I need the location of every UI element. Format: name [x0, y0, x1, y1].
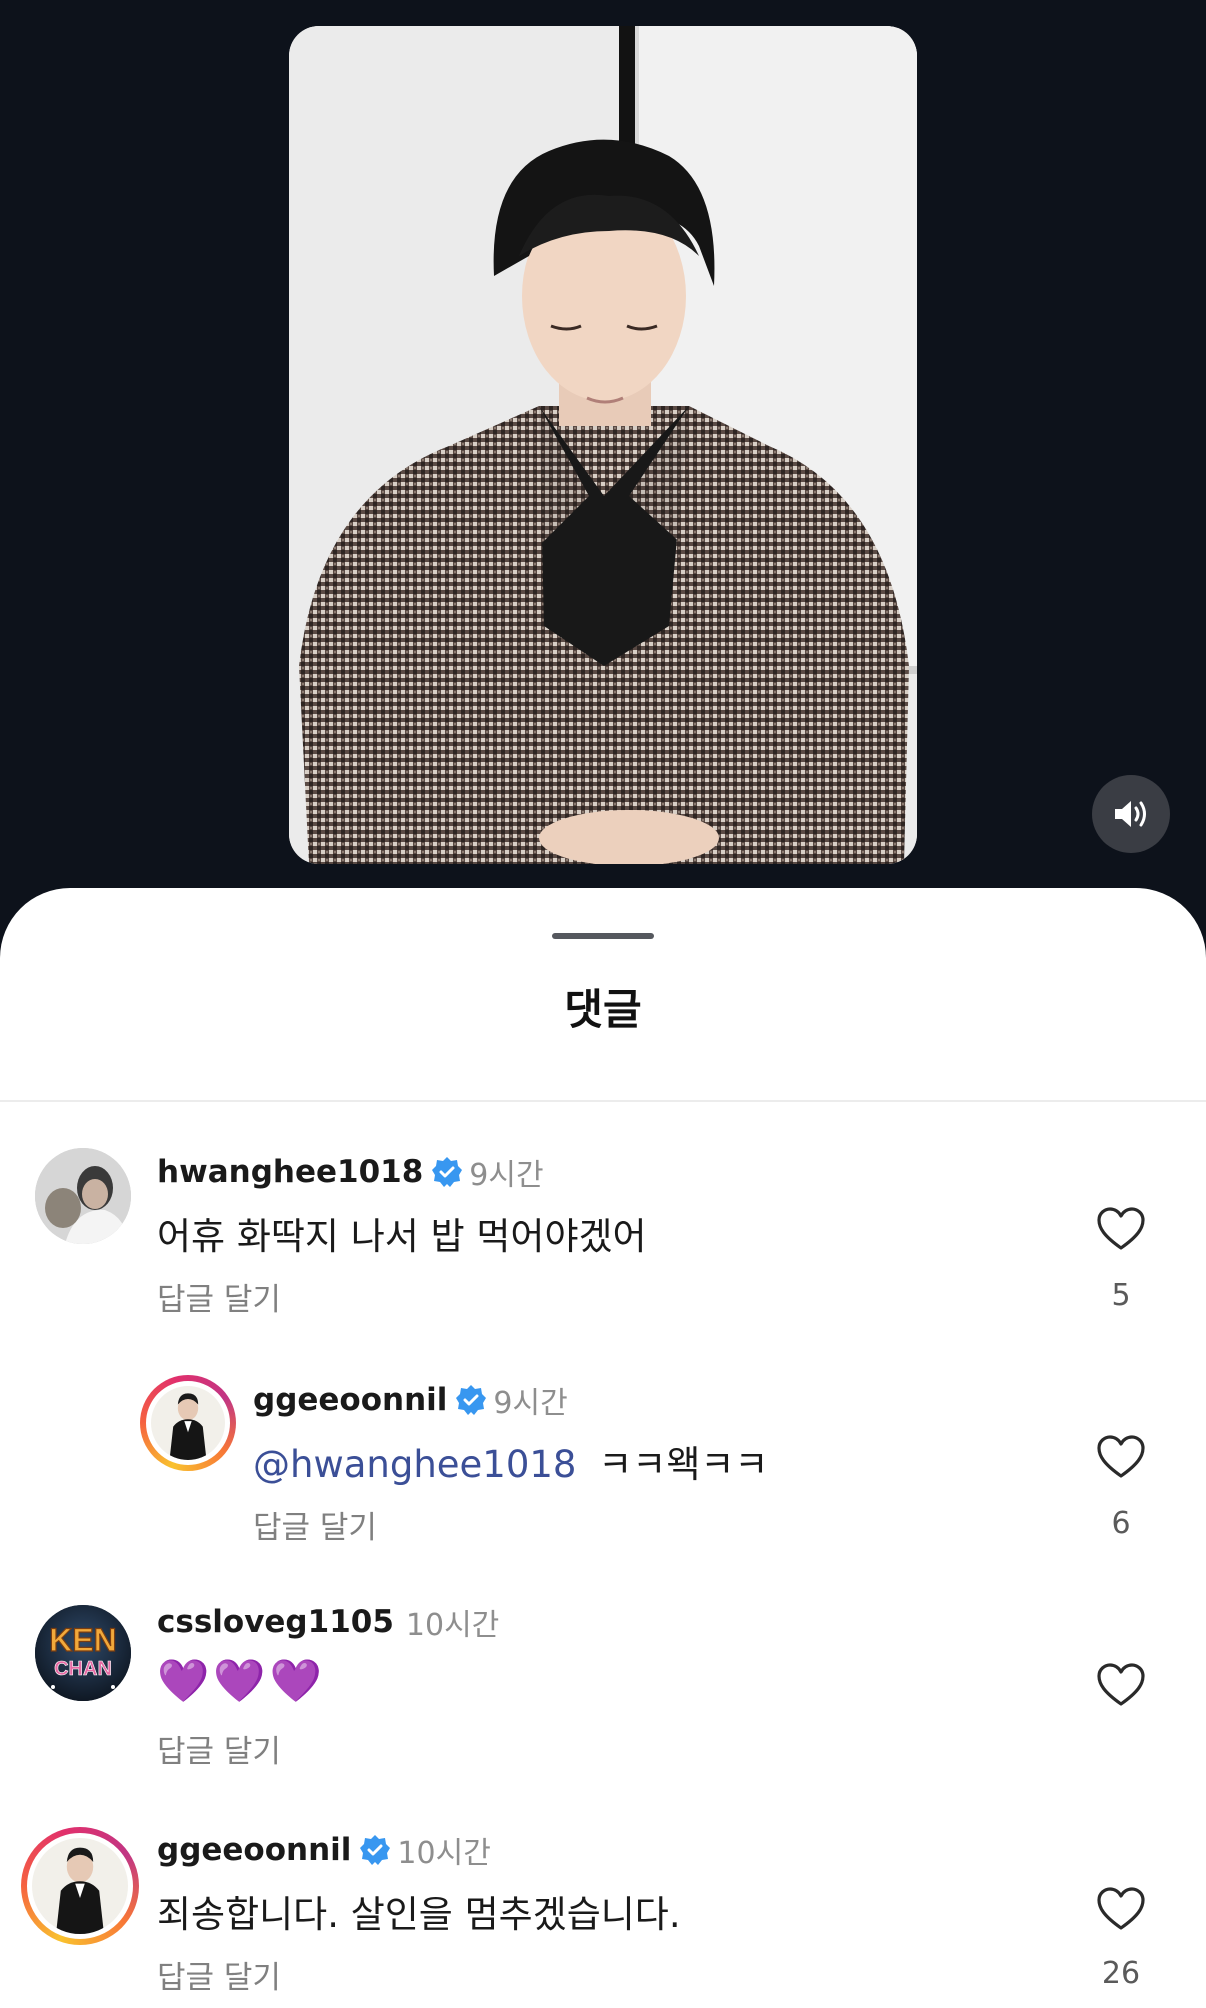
avatar-image: KEN CHAN	[35, 1605, 131, 1701]
reply-button[interactable]: 답글 달기	[157, 1952, 281, 1997]
sound-toggle-button[interactable]	[1092, 775, 1170, 853]
avatar[interactable]: KEN CHAN	[35, 1605, 131, 1701]
heart-icon[interactable]	[1096, 1662, 1146, 1708]
avatar[interactable]	[21, 1827, 139, 1945]
like-count: 5	[1111, 1278, 1131, 1313]
comments-sheet: 댓글 hwanghee1018 9시간 어휴 화딱지 나서 밥 먹어야겠어 답글…	[0, 888, 1206, 2008]
verified-badge-icon	[360, 1835, 391, 1865]
timestamp: 10시간	[397, 1836, 491, 1871]
video-frame-image	[289, 26, 917, 864]
username[interactable]: cssloveg1105	[157, 1604, 394, 1640]
sheet-title: 댓글	[564, 985, 642, 1034]
avatar[interactable]	[140, 1375, 236, 1471]
like-count: 6	[1111, 1506, 1131, 1541]
verified-badge-icon	[456, 1385, 487, 1415]
heart-icon[interactable]	[1096, 1434, 1146, 1480]
avatar-image	[32, 1838, 128, 1934]
divider	[0, 1100, 1206, 1102]
timestamp: 9시간	[469, 1158, 544, 1193]
comment-text: 💜💜💜	[157, 1656, 326, 1705]
comment-body: ㅋㅋ왝ㅋㅋ	[598, 1443, 769, 1486]
timestamp: 9시간	[493, 1386, 568, 1421]
username[interactable]: ggeeoonnil	[157, 1832, 351, 1868]
heart-icon[interactable]	[1096, 1206, 1146, 1252]
comment-header: cssloveg1105 10시간	[157, 1600, 499, 1644]
video-player[interactable]	[289, 26, 917, 864]
mention-link[interactable]: @hwanghee1018	[253, 1443, 576, 1486]
video-area	[0, 0, 1206, 900]
timestamp: 10시간	[405, 1608, 500, 1643]
drag-handle[interactable]	[552, 933, 654, 939]
reply-button[interactable]: 답글 달기	[253, 1502, 377, 1547]
avatar-image	[151, 1386, 225, 1460]
comment-text: 어휴 화딱지 나서 밥 먹어야겠어	[157, 1215, 647, 1258]
avatar-badge-line2: CHAN	[54, 1658, 112, 1680]
comment-text: @hwanghee1018 ㅋㅋ왝ㅋㅋ	[253, 1434, 768, 1488]
heart-icon[interactable]	[1096, 1886, 1146, 1932]
username[interactable]: hwanghee1018	[157, 1154, 423, 1190]
verified-badge-icon	[432, 1157, 463, 1187]
avatar[interactable]	[35, 1148, 131, 1244]
comment-header: ggeeoonnil 9시간	[253, 1378, 568, 1422]
username[interactable]: ggeeoonnil	[253, 1382, 447, 1418]
reply-button[interactable]: 답글 달기	[157, 1274, 281, 1319]
comment-header: ggeeoonnil 10시간	[157, 1828, 491, 1872]
reply-button[interactable]: 답글 달기	[157, 1726, 281, 1771]
comment-header: hwanghee1018 9시간	[157, 1150, 544, 1194]
comment-text: 죄송합니다. 살인을 멈추겠습니다.	[157, 1893, 681, 1936]
avatar-badge-line1: KEN	[49, 1622, 117, 1658]
like-count: 26	[1101, 1956, 1141, 1991]
speaker-icon	[1115, 801, 1146, 827]
avatar-image	[35, 1148, 131, 1244]
